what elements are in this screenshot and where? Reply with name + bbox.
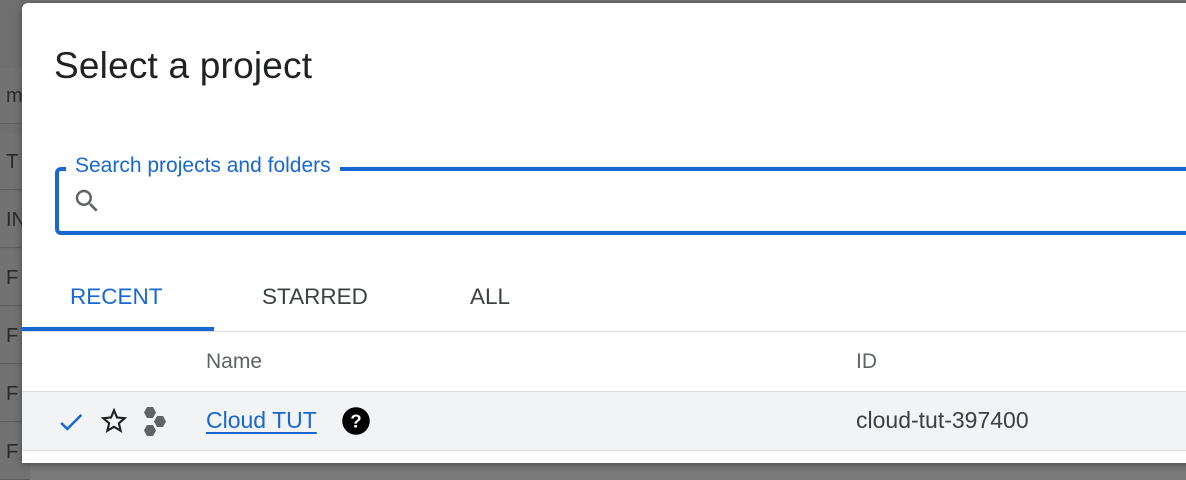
background-row-text: T [6,151,19,173]
project-id: cloud-tut-397400 [856,407,1029,433]
table-row[interactable]: Cloud TUT ? cloud-tut-397400 [22,392,1186,451]
background-row-text: F [6,441,19,463]
tab-starred[interactable]: STARRED [262,281,368,331]
dialog-title: Select a project [54,45,313,86]
project-name-link[interactable]: Cloud TUT [206,407,317,434]
tab-recent[interactable]: RECENT [70,281,163,331]
search-label: Search projects and folders [66,152,340,180]
tab-all[interactable]: ALL [470,281,510,331]
star-outline-icon[interactable] [98,405,130,437]
select-project-dialog: Select a project Search projects and fol… [22,3,1186,463]
background-row-text: F [6,325,19,347]
background-row-text: F [6,383,19,405]
column-header-name[interactable]: Name [206,350,262,374]
check-icon [60,413,83,431]
help-icon[interactable]: ? [341,406,371,436]
project-hexagons-icon [144,407,166,436]
table-header: Name ID [22,332,1186,392]
search-input[interactable] [114,183,1118,225]
search-icon [75,189,98,212]
column-header-id[interactable]: ID [856,350,877,374]
background-row-text: F [6,267,19,289]
svg-text:?: ? [350,410,361,431]
background-row-text: m [6,85,23,107]
